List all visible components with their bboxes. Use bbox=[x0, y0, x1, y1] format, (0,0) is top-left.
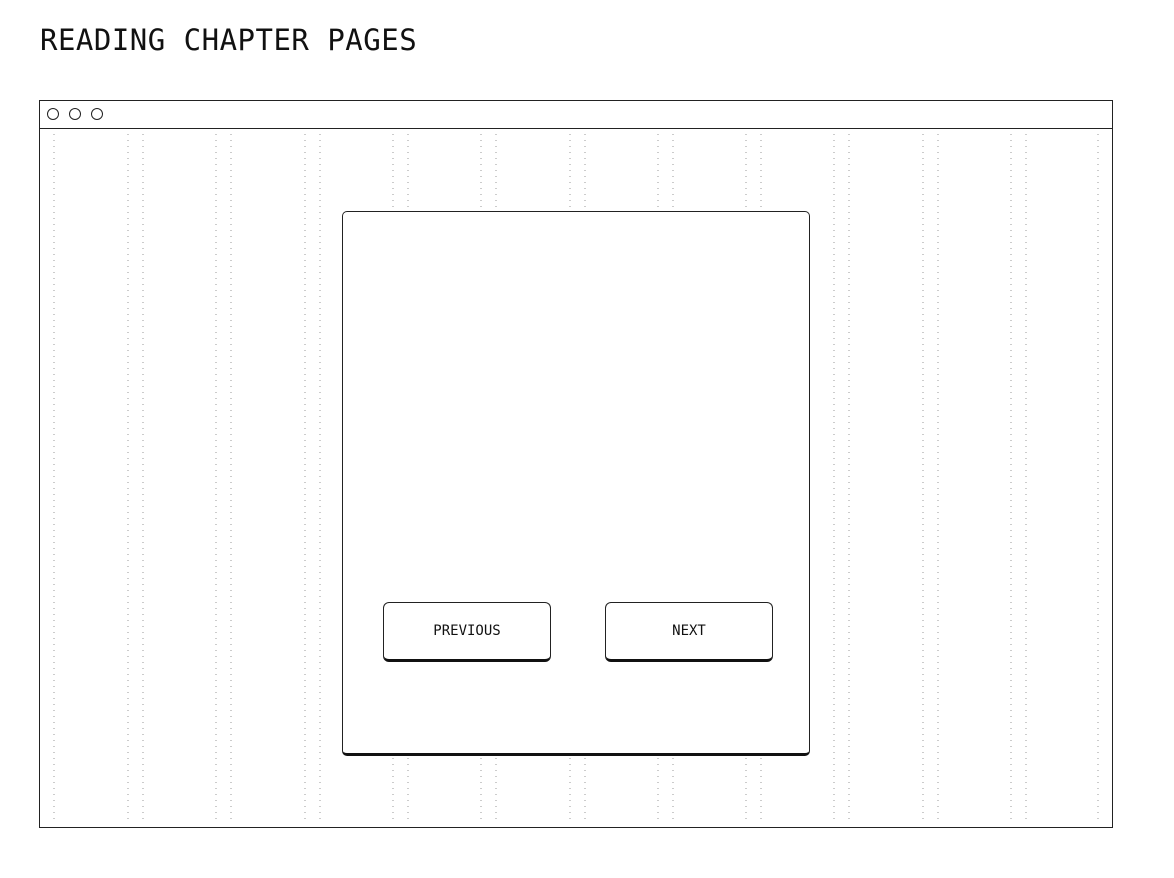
chapter-page-card: PREVIOUS NEXT bbox=[342, 211, 810, 756]
window-control-circle-icon[interactable] bbox=[47, 108, 59, 120]
window-control-circle-icon[interactable] bbox=[69, 108, 81, 120]
window-titlebar bbox=[40, 101, 1112, 129]
next-button[interactable]: NEXT bbox=[605, 602, 773, 662]
previous-button[interactable]: PREVIOUS bbox=[383, 602, 551, 662]
page-title: READING CHAPTER PAGES bbox=[40, 23, 418, 57]
window-control-circle-icon[interactable] bbox=[91, 108, 103, 120]
browser-window: PREVIOUS NEXT bbox=[39, 100, 1113, 828]
browser-content: PREVIOUS NEXT bbox=[40, 130, 1112, 827]
page: READING CHAPTER PAGES PREVIOUS NEXT bbox=[0, 0, 1174, 878]
